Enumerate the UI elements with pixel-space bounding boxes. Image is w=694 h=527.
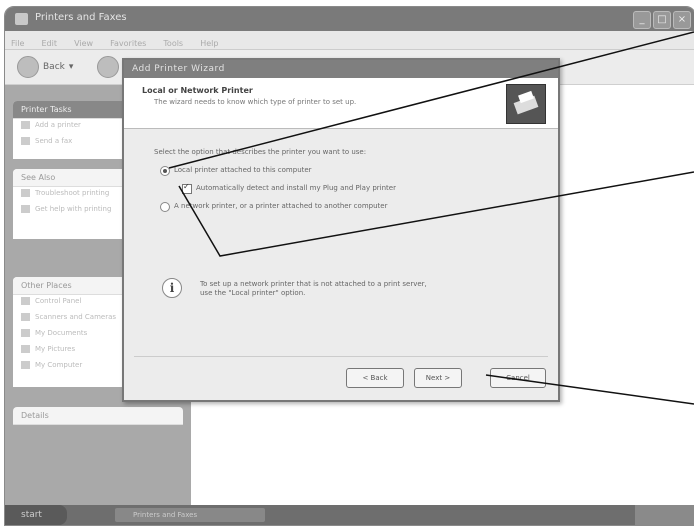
back-label: Back bbox=[43, 62, 65, 72]
menu-file[interactable]: File bbox=[11, 39, 24, 48]
printer-icon bbox=[506, 84, 546, 124]
cancel-button[interactable]: Cancel bbox=[490, 368, 546, 388]
menu-view[interactable]: View bbox=[74, 39, 93, 48]
next-button[interactable]: Next > bbox=[414, 368, 462, 388]
local-printer-radio[interactable] bbox=[160, 166, 170, 176]
taskbar-item[interactable]: Printers and Faxes bbox=[115, 508, 265, 522]
selection-prompt: Select the option that describes the pri… bbox=[154, 148, 367, 156]
start-button[interactable]: start bbox=[5, 505, 67, 525]
back-button-dialog[interactable]: < Back bbox=[346, 368, 404, 388]
divider bbox=[134, 356, 548, 357]
info-text-line1: To set up a network printer that is not … bbox=[200, 280, 427, 288]
details-panel: Details bbox=[13, 407, 183, 425]
menu-help[interactable]: Help bbox=[200, 39, 218, 48]
taskbar: start Printers and Faxes bbox=[5, 505, 694, 525]
forward-arrow-icon bbox=[97, 56, 119, 78]
menu-bar: File Edit View Favorites Tools Help bbox=[5, 31, 694, 50]
window-titlebar[interactable]: Printers and Faxes _ □ × bbox=[5, 7, 694, 31]
maximize-button[interactable]: □ bbox=[653, 11, 671, 29]
info-text: To set up a network printer that is not … bbox=[200, 280, 480, 298]
menu-tools[interactable]: Tools bbox=[163, 39, 183, 48]
folder-icon bbox=[15, 13, 28, 25]
forward-button[interactable] bbox=[97, 56, 119, 82]
details-header[interactable]: Details bbox=[13, 407, 183, 425]
network-printer-label[interactable]: A network printer, or a printer attached… bbox=[174, 202, 387, 210]
network-printer-radio[interactable] bbox=[160, 202, 170, 212]
dialog-title[interactable]: Add Printer Wizard bbox=[124, 60, 558, 78]
add-printer-wizard-dialog: Add Printer Wizard Local or Network Prin… bbox=[122, 58, 560, 402]
info-icon: i bbox=[162, 278, 182, 298]
info-text-line2: use the "Local printer" option. bbox=[200, 289, 306, 297]
back-arrow-icon bbox=[17, 56, 39, 78]
close-button[interactable]: × bbox=[673, 11, 691, 29]
autodetect-label[interactable]: Automatically detect and install my Plug… bbox=[196, 184, 396, 192]
menu-edit[interactable]: Edit bbox=[41, 39, 57, 48]
dialog-header: Local or Network Printer The wizard need… bbox=[124, 78, 558, 129]
dialog-header-title: Local or Network Printer bbox=[142, 86, 253, 95]
system-tray bbox=[635, 505, 694, 525]
autodetect-checkbox[interactable] bbox=[182, 182, 192, 194]
minimize-button[interactable]: _ bbox=[633, 11, 651, 29]
chevron-down-icon[interactable]: ▾ bbox=[69, 62, 74, 72]
dialog-header-subtitle: The wizard needs to know which type of p… bbox=[154, 98, 357, 106]
local-printer-label[interactable]: Local printer attached to this computer bbox=[174, 166, 312, 174]
back-button[interactable]: Back ▾ bbox=[17, 56, 73, 78]
window-title: Printers and Faxes bbox=[35, 12, 127, 23]
menu-favorites[interactable]: Favorites bbox=[110, 39, 146, 48]
